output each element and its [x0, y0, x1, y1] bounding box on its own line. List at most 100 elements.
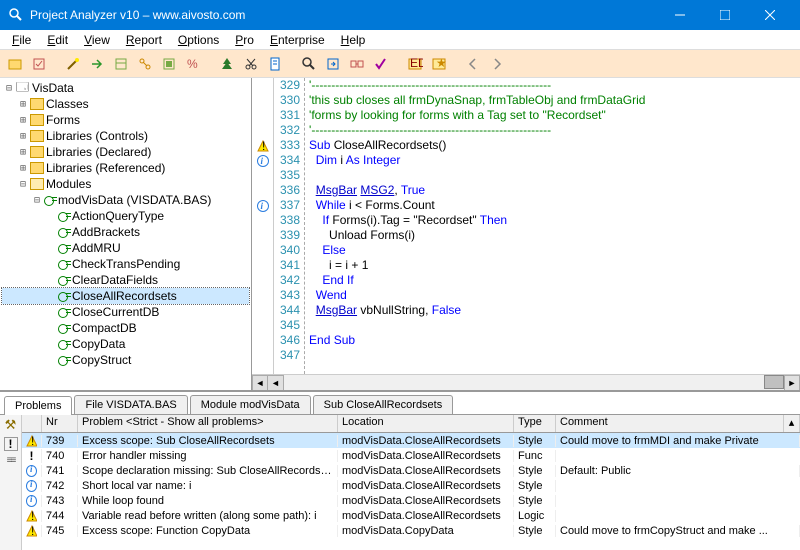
scroll-left2-button[interactable]: ◄: [268, 375, 284, 391]
tree-method-7[interactable]: CompactDB: [2, 320, 249, 336]
tree-icon[interactable]: [216, 53, 238, 75]
box2-icon[interactable]: [158, 53, 180, 75]
tree-method-3[interactable]: CheckTransPending: [2, 256, 249, 272]
tree-folder-5[interactable]: ⊟Modules: [2, 176, 249, 192]
tree-folder-0[interactable]: ⊞Classes: [2, 96, 249, 112]
problem-row[interactable]: !739Excess scope: Sub CloseAllRecordsets…: [22, 433, 800, 448]
gutter-row: [252, 243, 273, 258]
svg-text:!: !: [31, 510, 34, 522]
gutter-row: [252, 273, 273, 288]
gutter-row: [252, 288, 273, 303]
box1-icon[interactable]: [110, 53, 132, 75]
filter-icon[interactable]: ⚒: [5, 417, 17, 433]
tree-root[interactable]: ⊟🗔VisData: [2, 80, 249, 96]
tree-folder-4[interactable]: ⊞Libraries (Referenced): [2, 160, 249, 176]
col-location[interactable]: Location: [338, 415, 514, 432]
gutter-row: [252, 183, 273, 198]
grid-header[interactable]: Nr Problem <Strict - Show all problems> …: [22, 415, 800, 433]
scroll-right-button[interactable]: ►: [784, 375, 800, 391]
toolbar: % ED ★: [0, 50, 800, 78]
gutter-row: [252, 108, 273, 123]
info-icon: [257, 200, 269, 212]
link-icon[interactable]: [134, 53, 156, 75]
window-title: Project Analyzer v10 – www.aivosto.com: [30, 8, 657, 22]
menu-enterprise[interactable]: Enterprise: [262, 31, 333, 49]
scroll-track[interactable]: [284, 375, 784, 391]
col-nr[interactable]: Nr: [42, 415, 78, 432]
source-code[interactable]: '---------------------------------------…: [305, 78, 800, 374]
scroll-left-button[interactable]: ◄: [252, 375, 268, 391]
col-comment[interactable]: Comment: [556, 415, 784, 432]
problems-panel: ProblemsFile VISDATA.BASModule modVisDat…: [0, 390, 800, 550]
svg-text:★: ★: [436, 56, 447, 70]
col-problem[interactable]: Problem <Strict - Show all problems>: [78, 415, 338, 432]
info-icon: [26, 480, 37, 492]
problems-grid[interactable]: Nr Problem <Strict - Show all problems> …: [22, 415, 800, 550]
gutter-row: [252, 258, 273, 273]
open-icon[interactable]: [4, 53, 26, 75]
problem-row[interactable]: 741Scope declaration missing: Sub CloseA…: [22, 463, 800, 478]
problem-row[interactable]: 743While loop foundmodVisData.CloseAllRe…: [22, 493, 800, 508]
menu-view[interactable]: View: [76, 31, 118, 49]
tree-folder-2[interactable]: ⊞Libraries (Controls): [2, 128, 249, 144]
gutter: !: [252, 78, 274, 374]
menu-edit[interactable]: Edit: [39, 31, 76, 49]
arrow-right-icon[interactable]: [86, 53, 108, 75]
menu-report[interactable]: Report: [118, 31, 170, 49]
minimize-button[interactable]: [657, 0, 702, 30]
menu-pro[interactable]: Pro: [227, 31, 262, 49]
gutter-row: [252, 168, 273, 183]
problem-row[interactable]: !745Excess scope: Function CopyDatamodVi…: [22, 523, 800, 538]
ed-icon[interactable]: ED: [404, 53, 426, 75]
problems-sidebar: ⚒ ! ≡≡: [0, 415, 22, 550]
percent-icon[interactable]: %: [182, 53, 204, 75]
cut-icon[interactable]: [240, 53, 262, 75]
tree-method-6[interactable]: CloseCurrentDB: [2, 304, 249, 320]
tree-method-8[interactable]: CopyData: [2, 336, 249, 352]
svg-text:!: !: [31, 525, 34, 537]
ref-icon[interactable]: [346, 53, 368, 75]
tab-0[interactable]: Problems: [4, 396, 72, 415]
menu-help[interactable]: Help: [333, 31, 374, 49]
fwd-icon[interactable]: [486, 53, 508, 75]
check-icon[interactable]: [370, 53, 392, 75]
tree-folder-3[interactable]: ⊞Libraries (Declared): [2, 144, 249, 160]
tree-method-1[interactable]: AddBrackets: [2, 224, 249, 240]
search-icon[interactable]: [298, 53, 320, 75]
tree-method-5[interactable]: CloseAllRecordsets: [2, 288, 249, 304]
problem-row[interactable]: 742Short local var name: imodVisData.Clo…: [22, 478, 800, 493]
list-icon[interactable]: ≡≡: [7, 455, 15, 466]
problem-row[interactable]: !744Variable read before written (along …: [22, 508, 800, 523]
tree-method-2[interactable]: AddMRU: [2, 240, 249, 256]
svg-text:!: !: [262, 140, 265, 152]
close-button[interactable]: [747, 0, 792, 30]
bottom-tabs: ProblemsFile VISDATA.BASModule modVisDat…: [0, 392, 800, 414]
menu-options[interactable]: Options: [170, 31, 227, 49]
tree-method-4[interactable]: ClearDataFields: [2, 272, 249, 288]
project-tree[interactable]: ⊟🗔VisData⊞Classes⊞Forms⊞Libraries (Contr…: [0, 78, 252, 390]
goto-icon[interactable]: [322, 53, 344, 75]
back-icon[interactable]: [462, 53, 484, 75]
tab-2[interactable]: Module modVisData: [190, 395, 311, 414]
tree-folder-1[interactable]: ⊞Forms: [2, 112, 249, 128]
maximize-button[interactable]: [702, 0, 747, 30]
gutter-row: [252, 153, 273, 168]
col-scroll-up[interactable]: ▴: [784, 415, 800, 432]
col-type[interactable]: Type: [514, 415, 556, 432]
wand-icon[interactable]: [62, 53, 84, 75]
tree-method-0[interactable]: ActionQueryType: [2, 208, 249, 224]
error-filter-icon[interactable]: !: [4, 437, 18, 451]
star-icon[interactable]: ★: [428, 53, 450, 75]
tab-3[interactable]: Sub CloseAllRecordsets: [313, 395, 454, 414]
code-panel: ! 32933033133233333433533633733833934034…: [252, 78, 800, 390]
analyze-icon[interactable]: [28, 53, 50, 75]
horizontal-scrollbar[interactable]: ◄ ◄ ►: [252, 374, 800, 390]
scroll-thumb[interactable]: [764, 375, 784, 389]
tab-1[interactable]: File VISDATA.BAS: [74, 395, 187, 414]
tree-module[interactable]: ⊟modVisData (VISDATA.BAS): [2, 192, 249, 208]
doc-icon[interactable]: [264, 53, 286, 75]
menu-file[interactable]: File: [4, 31, 39, 49]
gutter-row: [252, 303, 273, 318]
problem-row[interactable]: !740Error handler missingmodVisData.Clos…: [22, 448, 800, 463]
tree-method-9[interactable]: CopyStruct: [2, 352, 249, 368]
